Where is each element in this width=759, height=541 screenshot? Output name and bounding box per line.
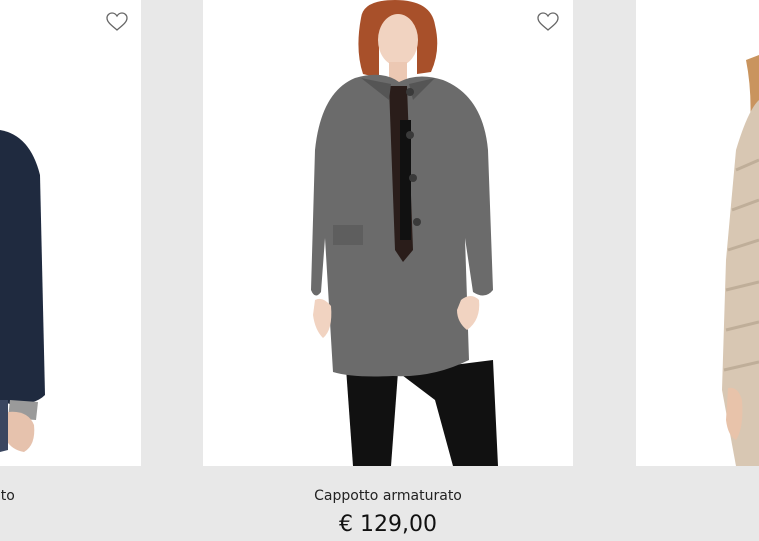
product-card-center[interactable] [203, 0, 573, 466]
product-image-center[interactable] [203, 0, 573, 466]
product-price-center: € 129,00 [339, 512, 437, 537]
wishlist-heart-icon[interactable] [537, 12, 559, 32]
product-image-right[interactable] [636, 0, 759, 466]
product-name-left[interactable]: ancato [0, 488, 80, 504]
product-image-left[interactable] [0, 0, 141, 466]
product-name-center[interactable]: Cappotto armaturato [203, 488, 573, 504]
product-card-right[interactable] [636, 0, 759, 466]
wishlist-heart-icon[interactable] [106, 12, 128, 32]
product-card-left[interactable] [0, 0, 141, 466]
